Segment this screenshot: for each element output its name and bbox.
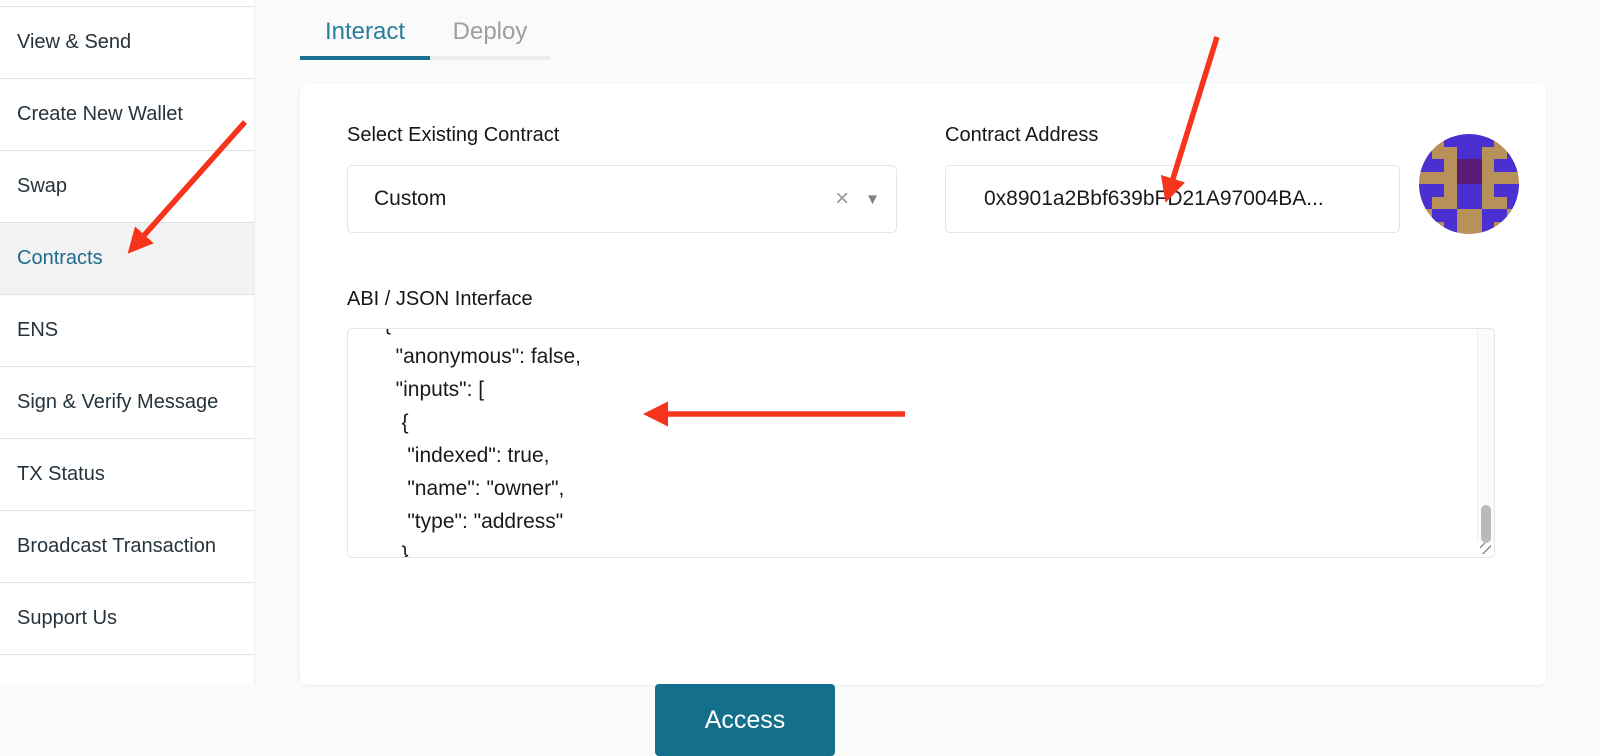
selected-contract-value: Custom <box>348 187 826 211</box>
sidebar-item-label: Sign & Verify Message <box>17 391 218 414</box>
access-button[interactable]: Access <box>655 684 835 756</box>
sidebar-item-label: Contracts <box>17 247 103 270</box>
sidebar: View & Send Create New Wallet Swap Contract… <box>0 0 255 685</box>
sidebar-item-create-new-wallet[interactable]: Create New Wallet <box>0 79 254 151</box>
sidebar-item-tx-status[interactable]: TX Status <box>0 439 254 511</box>
abi-json-textarea[interactable]: { "anonymous": false, "inputs": [ { "ind… <box>347 328 1495 558</box>
chevron-down-icon[interactable]: ▼ <box>858 191 880 208</box>
clear-icon[interactable]: × <box>826 187 858 211</box>
sidebar-item-label: Create New Wallet <box>17 103 183 126</box>
select-controls: × ▼ <box>826 187 896 211</box>
resize-handle-icon[interactable] <box>1479 543 1493 556</box>
sidebar-item-swap[interactable]: Swap <box>0 151 254 223</box>
contract-address-input[interactable] <box>945 165 1400 233</box>
select-existing-contract-label: Select Existing Contract <box>347 124 559 147</box>
abi-scrollbar-thumb[interactable] <box>1481 505 1491 543</box>
sidebar-item-label: ENS <box>17 319 58 342</box>
sidebar-item-label: TX Status <box>17 463 105 486</box>
existing-contract-select[interactable]: Custom × ▼ <box>347 165 897 233</box>
tab-bar: InteractDeploy <box>300 8 550 60</box>
abi-json-content: { "anonymous": false, "inputs": [ { "ind… <box>348 328 1494 558</box>
contract-interact-card: Select Existing Contract Custom × ▼ Cont… <box>300 84 1546 685</box>
tab-deploy[interactable]: Deploy <box>430 8 550 60</box>
sidebar-item-support-us[interactable]: Support Us <box>0 583 254 655</box>
sidebar-item-sign-verify-message[interactable]: Sign & Verify Message <box>0 367 254 439</box>
sidebar-item-broadcast-transaction[interactable]: Broadcast Transaction <box>0 511 254 583</box>
sidebar-item-label: Swap <box>17 175 67 198</box>
address-identicon <box>1419 134 1519 234</box>
sidebar-item-ens[interactable]: ENS <box>0 295 254 367</box>
abi-json-interface-label: ABI / JSON Interface <box>347 288 533 311</box>
sidebar-item-label: View & Send <box>17 31 131 54</box>
abi-scrollbar-track[interactable] <box>1477 329 1494 542</box>
sidebar-item-label: Broadcast Transaction <box>17 535 216 558</box>
tab-interact[interactable]: Interact <box>300 8 430 60</box>
sidebar-item-label: Support Us <box>17 607 117 630</box>
sidebar-nav: View & Send Create New Wallet Swap Contract… <box>0 6 254 655</box>
contract-address-label: Contract Address <box>945 124 1098 147</box>
sidebar-item-contracts[interactable]: Contracts <box>0 223 254 295</box>
sidebar-item-view-send[interactable]: View & Send <box>0 7 254 79</box>
